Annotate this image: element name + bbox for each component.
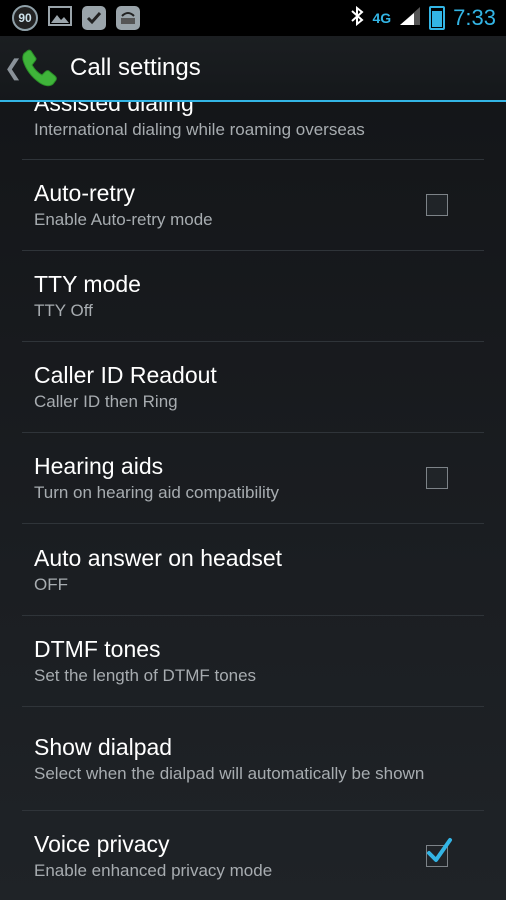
setting-subtitle: OFF <box>34 574 68 594</box>
hearing-aids-checkbox[interactable] <box>426 467 448 489</box>
setting-subtitle: International dialing while roaming over… <box>34 119 365 139</box>
setting-caller-id-readout[interactable]: Caller ID Readout Caller ID then Ring <box>22 342 484 433</box>
setting-title: TTY mode <box>34 271 141 297</box>
clock: 7:33 <box>453 5 496 30</box>
page-title: Call settings <box>70 54 201 81</box>
media-app-icon <box>116 6 140 30</box>
setting-subtitle: Select when the dialpad will automatical… <box>34 763 425 783</box>
setting-subtitle: Enable Auto-retry mode <box>34 210 213 229</box>
setting-assisted-dialing[interactable]: Assisted dialing International dialing w… <box>22 102 484 160</box>
check-bubble-icon <box>82 6 106 30</box>
setting-tty-mode[interactable]: TTY mode TTY Off <box>22 251 484 342</box>
notification-area: 90 <box>0 5 140 32</box>
network-icon: 4G <box>372 10 392 26</box>
setting-subtitle: Set the length of DTMF tones <box>34 666 257 685</box>
setting-title: Voice privacy <box>34 831 170 857</box>
checkmark-icon <box>427 838 452 862</box>
setting-dtmf-tones[interactable]: DTMF tones Set the length of DTMF tones <box>22 616 484 707</box>
setting-title: Assisted dialing <box>34 102 194 116</box>
auto-retry-checkbox[interactable] <box>426 194 448 216</box>
setting-subtitle: Enable enhanced privacy mode <box>34 861 273 880</box>
voice-privacy-checkbox[interactable] <box>426 838 452 867</box>
setting-title: DTMF tones <box>34 636 161 662</box>
signal-icon <box>399 6 421 31</box>
setting-show-dialpad[interactable]: Show dialpad Select when the dialpad wil… <box>22 707 484 811</box>
setting-title: Auto-retry <box>34 180 135 206</box>
phone-icon[interactable] <box>18 46 62 90</box>
setting-title: Show dialpad <box>34 733 173 760</box>
back-chevron-icon[interactable]: ❮ <box>4 55 22 81</box>
counter-badge-icon: 90 <box>12 5 38 31</box>
setting-subtitle: TTY Off <box>34 301 93 320</box>
system-icons: 4G 7:33 <box>350 5 506 31</box>
setting-title: Caller ID Readout <box>34 362 217 388</box>
setting-voice-privacy[interactable]: Voice privacy Enable enhanced privacy mo… <box>22 811 484 900</box>
setting-title: Hearing aids <box>34 453 164 479</box>
status-bar: 90 4G 7:33 <box>0 0 506 36</box>
setting-title: Auto answer on headset <box>34 544 283 571</box>
setting-auto-answer-on-headset[interactable]: Auto answer on headset OFF <box>22 524 484 616</box>
setting-auto-retry[interactable]: Auto-retry Enable Auto-retry mode <box>22 160 484 251</box>
setting-hearing-aids[interactable]: Hearing aids Turn on hearing aid compati… <box>22 433 484 524</box>
action-bar: ❮ Call settings <box>0 36 506 100</box>
setting-subtitle: Turn on hearing aid compatibility <box>34 483 280 502</box>
setting-subtitle: Caller ID then Ring <box>34 392 178 411</box>
battery-icon <box>429 6 446 30</box>
settings-list[interactable]: Assisted dialing International dialing w… <box>0 102 506 900</box>
bluetooth-icon <box>350 5 365 31</box>
gallery-icon <box>48 5 72 32</box>
